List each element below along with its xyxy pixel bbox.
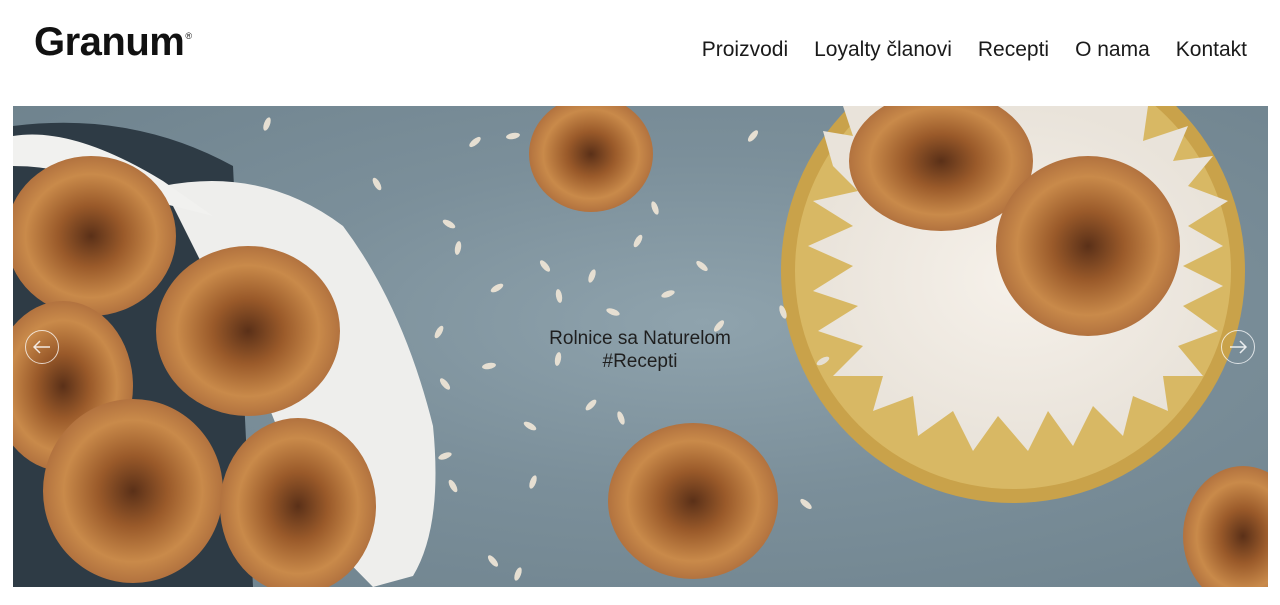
granum-logo[interactable]: Granum®	[34, 18, 192, 76]
arrow-left-icon	[33, 340, 50, 354]
site-header: Granum® Proizvodi Loyalty članovi Recept…	[0, 0, 1280, 106]
nav-item-proizvodi[interactable]: Proizvodi	[702, 36, 788, 64]
logo-text: Granum	[34, 20, 185, 64]
main-nav: Proizvodi Loyalty članovi Recepti O nama…	[702, 36, 1247, 64]
slide-title: Rolnice sa Naturelom	[549, 328, 731, 349]
nav-item-recepti[interactable]: Recepti	[978, 36, 1049, 64]
arrow-right-icon	[1230, 340, 1247, 354]
slider-prev-button[interactable]	[25, 330, 59, 364]
slide-caption[interactable]: Rolnice sa Naturelom #Recepti	[540, 327, 740, 373]
registered-mark: ®	[185, 31, 192, 41]
nav-item-o-nama[interactable]: O nama	[1075, 36, 1150, 64]
hero-slider[interactable]: Rolnice sa Naturelom #Recepti	[13, 106, 1268, 587]
slide-hashtag: #Recepti	[602, 351, 678, 372]
nav-item-kontakt[interactable]: Kontakt	[1176, 36, 1247, 64]
nav-item-loyalty[interactable]: Loyalty članovi	[814, 36, 952, 64]
slider-next-button[interactable]	[1221, 330, 1255, 364]
